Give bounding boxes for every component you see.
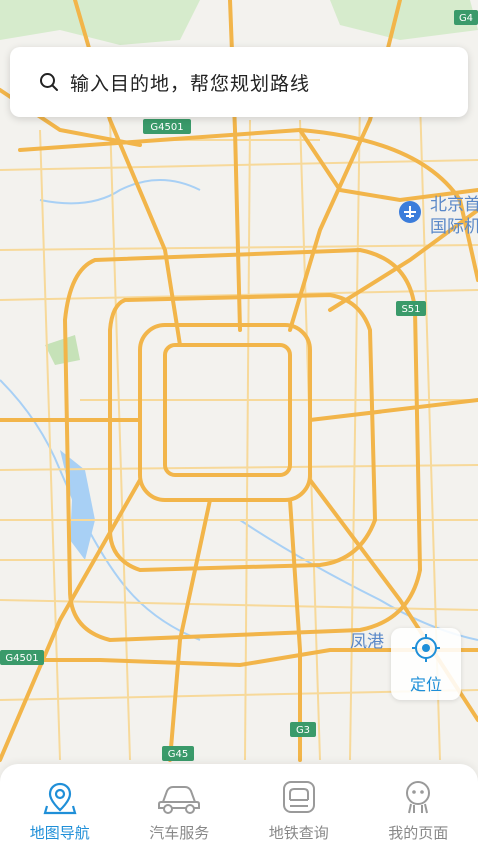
shield-s51: S51 bbox=[401, 304, 420, 315]
map-view[interactable]: G4501 G4501 S51 G45 G3 G4 北京首 国际机 凤港 bbox=[0, 0, 478, 850]
robot-icon bbox=[396, 778, 440, 818]
tab-label: 我的页面 bbox=[388, 824, 449, 842]
tab-map-navigation[interactable]: 地图导航 bbox=[0, 764, 120, 850]
car-icon bbox=[157, 778, 201, 818]
search-icon bbox=[38, 71, 60, 93]
map-label-airport: 国际机 bbox=[430, 217, 478, 237]
tab-my-page[interactable]: 我的页面 bbox=[359, 764, 478, 850]
tab-label: 汽车服务 bbox=[149, 824, 210, 842]
subway-icon bbox=[277, 778, 321, 818]
tab-subway-query[interactable]: 地铁查询 bbox=[239, 764, 359, 850]
tab-label: 地图导航 bbox=[29, 824, 90, 842]
shield-g45: G45 bbox=[168, 749, 188, 760]
map-label-beijing: 北京首 bbox=[430, 195, 478, 215]
tab-car-service[interactable]: 汽车服务 bbox=[120, 764, 240, 850]
shield-top-right: G4 bbox=[459, 13, 473, 24]
map-label-fenggang: 凤港 bbox=[350, 632, 384, 652]
locate-button[interactable]: 定位 bbox=[391, 628, 461, 700]
shield-g4501-left: G4501 bbox=[5, 653, 38, 664]
tab-label: 地铁查询 bbox=[268, 824, 329, 842]
target-icon bbox=[411, 633, 441, 667]
locate-label: 定位 bbox=[409, 675, 442, 694]
map-pin-icon bbox=[38, 778, 82, 818]
shield-g4501-top: G4501 bbox=[150, 122, 183, 133]
search-input[interactable]: 输入目的地，帮您规划路线 bbox=[70, 69, 310, 96]
shield-g3: G3 bbox=[296, 725, 310, 736]
map-canvas: G4501 G4501 S51 G45 G3 G4 北京首 国际机 凤港 bbox=[0, 0, 478, 850]
bottom-tab-bar: 地图导航 汽车服务 地铁查询 我的页面 bbox=[0, 764, 478, 850]
search-bar[interactable]: 输入目的地，帮您规划路线 bbox=[10, 47, 468, 117]
